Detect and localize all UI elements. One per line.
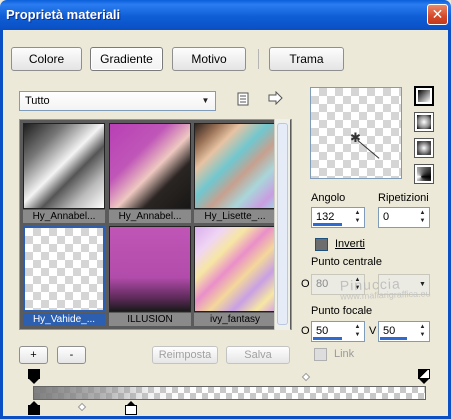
angle-value: 132 — [316, 211, 335, 223]
link-checkbox[interactable] — [314, 348, 327, 361]
category-select[interactable]: Tutto ▼ — [19, 91, 216, 111]
spin-arrows-icon[interactable]: ▲ ▼ — [352, 323, 363, 340]
linear-style-button[interactable] — [414, 86, 434, 106]
center-label: Punto centrale — [311, 256, 382, 268]
gradient-label: Hy_Vahide_... — [23, 313, 105, 326]
gradient-label: ILLUSION — [109, 313, 191, 326]
spin-arrows-icon[interactable]: ▲ ▼ — [352, 209, 363, 226]
gradient-label: Hy_Annabel... — [109, 210, 191, 223]
tab-colore[interactable]: Colore — [11, 47, 82, 71]
invert-label: Inverti — [335, 238, 365, 250]
gradient-thumb — [194, 123, 276, 209]
rectangular-style-icon — [417, 115, 431, 129]
linear-style-icon — [418, 90, 430, 102]
link-label: Link — [334, 348, 355, 360]
color-stop-right[interactable] — [125, 401, 137, 415]
gradient-ramp[interactable] — [33, 386, 426, 400]
gradient-item[interactable]: Hy_Lisette_... — [194, 123, 276, 224]
file-list-icon[interactable] — [234, 92, 252, 110]
repeat-field[interactable]: 0 ▲ ▼ — [378, 207, 430, 228]
focal-y-value: 50 — [383, 325, 396, 337]
chevron-down-icon: ▼ — [201, 96, 210, 105]
arrow-right-icon[interactable] — [267, 90, 285, 109]
title-bar: Proprietà materiali ✕ — [0, 0, 451, 30]
tab-gradiente[interactable]: Gradiente — [90, 47, 163, 71]
gradient-thumb — [109, 123, 191, 209]
focal-x-value: 50 — [316, 325, 329, 337]
angle-label: Angolo — [311, 192, 346, 204]
gradient-item[interactable]: ivy_fantasy — [194, 226, 276, 327]
center-point-icon[interactable]: ✱ — [350, 130, 361, 146]
gradient-gallery: Hy_Annabel... Hy_Annabel... Hy_Lisette_.… — [19, 119, 292, 330]
window-title: Proprietà materiali — [6, 7, 121, 22]
gradient-thumb — [194, 226, 276, 312]
repeat-value: 0 — [383, 211, 390, 223]
gradient-thumb — [23, 123, 105, 209]
close-button[interactable]: ✕ — [427, 4, 448, 25]
center-o-label: O — [301, 278, 310, 290]
radial-style-icon — [417, 141, 431, 155]
watermark: Pinuccia www.mafiarigraffica.eu — [340, 274, 431, 301]
focal-y-field[interactable]: 50 ▲ ▼ — [378, 321, 430, 342]
center-x-value: 80 — [316, 278, 329, 290]
gradient-item[interactable]: Hy_Annabel... — [23, 123, 105, 224]
save-button[interactable]: Salva — [226, 346, 290, 364]
color-stop-left[interactable] — [28, 401, 40, 415]
focal-x-field[interactable]: 50 ▲ ▼ — [311, 321, 365, 342]
focal-x-bar — [313, 337, 342, 340]
rectangular-style-button[interactable] — [414, 112, 434, 132]
remove-stop-button[interactable]: - — [57, 346, 86, 364]
scrollbar-thumb[interactable] — [277, 123, 288, 325]
tab-trama[interactable]: Trama — [269, 47, 344, 71]
gradient-item[interactable]: ILLUSION — [109, 226, 191, 327]
add-stop-button[interactable]: + — [19, 346, 48, 364]
focal-v-label: V — [369, 325, 377, 337]
focal-o-label: O — [301, 325, 310, 337]
category-value: Tutto — [25, 95, 50, 107]
reset-button[interactable]: Reimposta — [152, 346, 218, 364]
angle-field[interactable]: 132 ▲ ▼ — [311, 207, 365, 228]
gradient-thumb — [109, 226, 191, 312]
opacity-stop-left[interactable] — [28, 369, 40, 384]
radial-style-button[interactable] — [414, 138, 434, 158]
tab-separator — [258, 49, 259, 69]
invert-checkbox[interactable] — [315, 238, 328, 251]
gradient-label: Hy_Annabel... — [23, 210, 105, 223]
gradient-label: ivy_fantasy — [194, 313, 276, 326]
sunburst-style-button[interactable] — [414, 164, 434, 184]
focal-y-bar — [380, 337, 407, 340]
angle-bar — [313, 223, 342, 226]
focal-label: Punto focale — [311, 305, 373, 317]
gradient-item[interactable]: Hy_Vahide_... — [23, 226, 105, 327]
gradient-thumb — [23, 226, 105, 312]
spin-arrows-icon[interactable]: ▲ ▼ — [417, 209, 428, 226]
gradient-label: Hy_Lisette_... — [194, 210, 276, 223]
sunburst-style-icon — [417, 167, 431, 181]
spin-arrows-icon[interactable]: ▲ ▼ — [417, 323, 428, 340]
gallery-scrollbar[interactable] — [274, 119, 290, 330]
gradient-item[interactable]: Hy_Annabel... — [109, 123, 191, 224]
tab-motivo[interactable]: Motivo — [172, 47, 246, 71]
opacity-stop-right[interactable] — [418, 369, 430, 384]
repeat-label: Ripetizioni — [378, 192, 429, 204]
